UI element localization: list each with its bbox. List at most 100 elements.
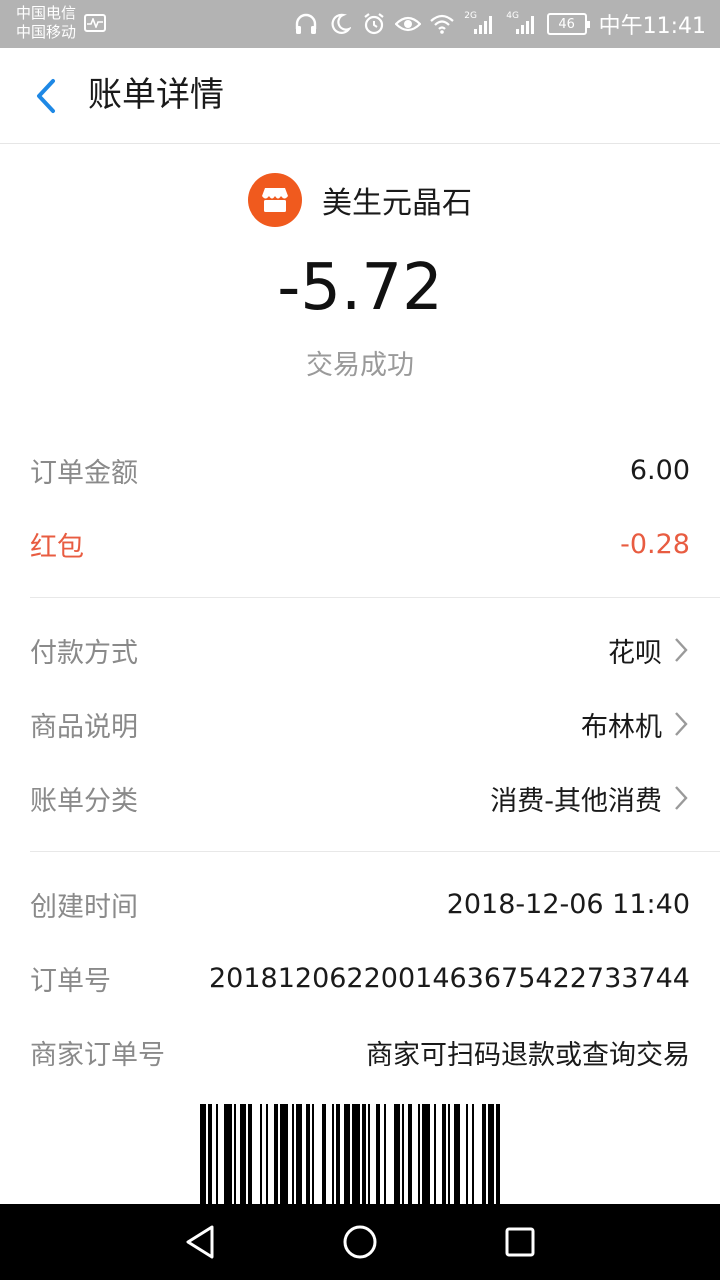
- signal-label-1: 2G: [464, 11, 477, 21]
- carrier-1: 中国电信: [16, 4, 77, 22]
- barcode-bar: [352, 1104, 360, 1204]
- order-number-label: 订单号: [30, 965, 111, 997]
- barcode-bar: [466, 1104, 468, 1204]
- order-amount-value: 6.00: [629, 454, 690, 486]
- order-number-row: 订单号 2018120622001463675422733744: [30, 956, 690, 1000]
- status-bar: 中国电信 中国移动 2G 4G 46 中午11:41: [0, 0, 720, 48]
- barcode-bar: [234, 1104, 236, 1204]
- payment-method-row[interactable]: 付款方式 花呗: [30, 628, 690, 672]
- order-amount-row: 订单金额 6.00: [30, 448, 690, 492]
- barcode-bar: [306, 1104, 310, 1204]
- signal-icon: 2G: [463, 11, 497, 37]
- chevron-right-icon: [672, 710, 690, 738]
- battery-icon: 46: [546, 13, 590, 35]
- barcode-bar: [368, 1104, 370, 1204]
- barcode-bar: [454, 1104, 460, 1204]
- created-time-value: 2018-12-06 11:40: [446, 888, 690, 920]
- status-icons: 2G 4G 46 中午11:41: [293, 0, 706, 48]
- signal-icon: 4G: [505, 11, 539, 37]
- barcode-bar: [488, 1104, 494, 1204]
- merchant-order-label: 商家订单号: [30, 1039, 165, 1071]
- merchant-order-row: 商家订单号 商家可扫码退款或查询交易: [30, 1030, 690, 1074]
- product-desc-label: 商品说明: [30, 711, 138, 743]
- wifi-icon: [429, 11, 455, 37]
- battery-level: 46: [558, 16, 575, 32]
- created-time-row: 创建时间 2018-12-06 11:40: [30, 882, 690, 926]
- order-barcode[interactable]: [200, 1104, 522, 1204]
- barcode-bar: [362, 1104, 366, 1204]
- barcode-bar: [266, 1104, 268, 1204]
- barcode-bar: [384, 1104, 386, 1204]
- shop-icon: [248, 173, 302, 227]
- barcode-bar: [292, 1104, 294, 1204]
- payment-method-label: 付款方式: [30, 637, 138, 669]
- barcode-bar: [322, 1104, 326, 1204]
- product-desc-value-wrap: 布林机: [581, 705, 690, 744]
- barcode-bar: [442, 1104, 446, 1204]
- chevron-right-icon: [672, 636, 690, 664]
- barcode-bar: [208, 1104, 212, 1204]
- barcode-bar: [394, 1104, 400, 1204]
- back-button[interactable]: [26, 74, 66, 118]
- eye-icon: [394, 11, 421, 37]
- created-time-label: 创建时间: [30, 891, 138, 923]
- transaction-status: 交易成功: [306, 350, 414, 381]
- alarm-icon: [361, 11, 387, 37]
- barcode-bar: [448, 1104, 450, 1204]
- barcode-bar: [344, 1104, 350, 1204]
- barcode-bar: [260, 1104, 262, 1204]
- barcode-bar: [336, 1104, 340, 1204]
- recents-square-icon[interactable]: [500, 1222, 540, 1262]
- moon-icon: [327, 11, 353, 37]
- barcode-bar: [332, 1104, 334, 1204]
- chevron-left-icon: [37, 79, 55, 113]
- barcode-bar: [402, 1104, 404, 1204]
- clock: 中午11:41: [598, 14, 706, 39]
- barcode-bar: [482, 1104, 486, 1204]
- pulse-icon: [84, 14, 106, 32]
- barcode-bar: [216, 1104, 218, 1204]
- transaction-amount: -5.72: [277, 251, 443, 325]
- barcode-bar: [434, 1104, 436, 1204]
- red-packet-value: -0.28: [620, 528, 690, 560]
- merchant-order-value: 商家可扫码退款或查询交易: [366, 1039, 690, 1071]
- barcode-bar: [240, 1104, 246, 1204]
- barcode-bar: [274, 1104, 278, 1204]
- signal-label-2: 4G: [506, 11, 519, 21]
- bill-category-label: 账单分类: [30, 785, 138, 817]
- product-desc-row[interactable]: 商品说明 布林机: [30, 702, 690, 746]
- barcode-bar: [472, 1104, 474, 1204]
- barcode-bar: [496, 1104, 500, 1204]
- product-desc-value: 布林机: [581, 711, 662, 743]
- carrier-2: 中国移动: [16, 23, 77, 41]
- navigation-bar: [0, 1204, 720, 1280]
- barcode-bar: [224, 1104, 232, 1204]
- order-number-value: 2018120622001463675422733744: [209, 962, 690, 994]
- home-circle-icon[interactable]: [340, 1222, 380, 1262]
- barcode-bar: [296, 1104, 302, 1204]
- barcode-bar: [422, 1104, 430, 1204]
- divider: [30, 851, 720, 852]
- bill-category-value: 消费-其他消费: [490, 785, 662, 817]
- barcode-bar: [418, 1104, 420, 1204]
- bill-category-value-wrap: 消费-其他消费: [490, 779, 690, 818]
- carrier-labels: 中国电信 中国移动: [16, 4, 76, 42]
- red-packet-row: 红包 -0.28: [30, 522, 690, 566]
- back-triangle-icon[interactable]: [180, 1222, 220, 1262]
- barcode-bar: [280, 1104, 288, 1204]
- barcode-bar: [408, 1104, 412, 1204]
- barcode-bar: [376, 1104, 380, 1204]
- payment-method-value: 花呗: [608, 637, 662, 669]
- order-amount-label: 订单金额: [30, 457, 138, 489]
- red-packet-label: 红包: [30, 531, 84, 563]
- page-title: 账单详情: [88, 75, 224, 115]
- headphones-icon: [293, 11, 319, 37]
- bill-category-row[interactable]: 账单分类 消费-其他消费: [30, 776, 690, 820]
- payment-method-value-wrap: 花呗: [608, 631, 690, 670]
- chevron-right-icon: [672, 784, 690, 812]
- merchant-name: 美生元晶石: [322, 186, 472, 221]
- barcode-bar: [312, 1104, 314, 1204]
- divider: [30, 597, 720, 598]
- title-bar: 账单详情: [0, 48, 720, 144]
- barcode-bar: [248, 1104, 252, 1204]
